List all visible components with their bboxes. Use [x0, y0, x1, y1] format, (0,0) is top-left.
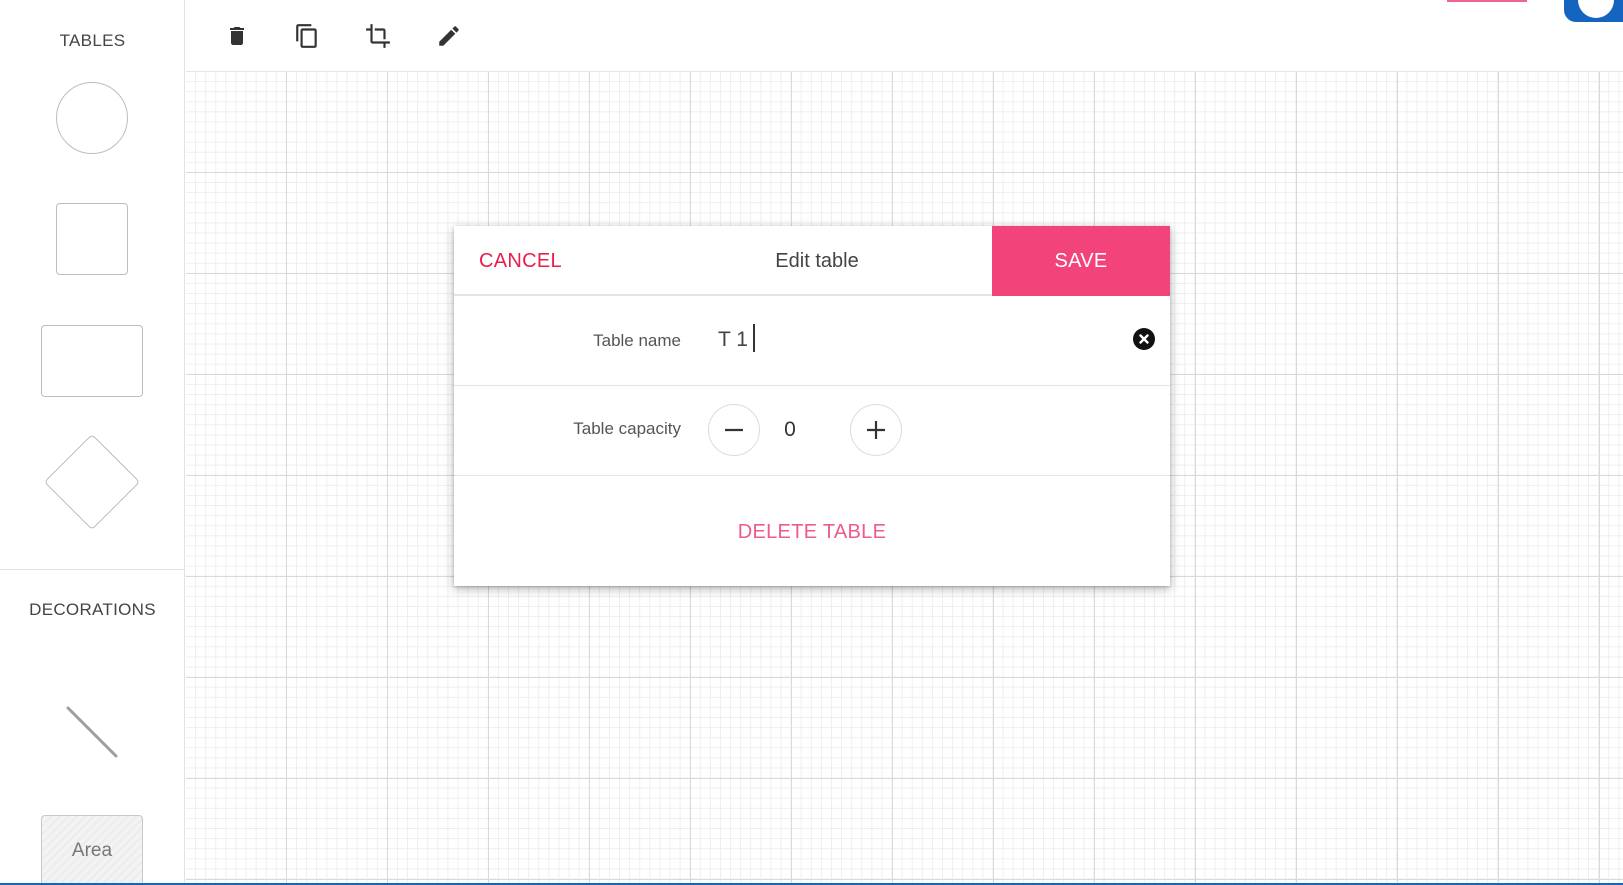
toolbar	[186, 0, 1623, 72]
cancel-button[interactable]: CANCEL	[479, 250, 562, 273]
plus-icon	[867, 421, 885, 439]
table-capacity-label: Table capacity	[573, 419, 681, 438]
copy-icon	[296, 24, 317, 48]
edit-table-dialog: CANCEL Edit table SAVE Table name Table …	[454, 226, 1170, 586]
dialog-header: CANCEL Edit table SAVE	[454, 226, 1170, 296]
tables-section-title: TABLES	[59, 31, 126, 50]
decrease-capacity-button[interactable]	[708, 404, 760, 456]
table-name-label: Table name	[593, 331, 681, 350]
save-button[interactable]: SAVE	[992, 226, 1170, 296]
clear-name-button[interactable]	[1133, 328, 1155, 350]
sidebar-divider	[0, 569, 185, 570]
edit-tool-button[interactable]	[430, 17, 468, 55]
copy-tool-button[interactable]	[288, 17, 326, 55]
increase-capacity-button[interactable]	[850, 404, 902, 456]
crop-icon	[366, 24, 390, 48]
table-capacity-row: Table capacity 0	[454, 386, 1170, 476]
table-name-row: Table name	[454, 296, 1170, 386]
dialog-title: Edit table	[775, 250, 859, 272]
tab-indicator	[1447, 0, 1527, 2]
delete-tool-button[interactable]	[218, 17, 256, 55]
table-name-input[interactable]	[718, 324, 1098, 356]
pencil-icon	[439, 26, 459, 46]
minus-icon	[725, 428, 743, 432]
rectangle-table-shape[interactable]	[41, 325, 143, 397]
area-decoration[interactable]: Area	[41, 815, 143, 885]
line-decoration[interactable]	[60, 700, 124, 764]
crop-tool-button[interactable]	[359, 17, 397, 55]
sidebar: TABLES DECORATIONS Area	[0, 0, 185, 885]
text-caret	[753, 324, 755, 352]
square-table-shape[interactable]	[56, 203, 128, 275]
capacity-value: 0	[784, 418, 796, 441]
delete-table-button[interactable]: DELETE TABLE	[454, 521, 1170, 544]
round-table-shape[interactable]	[56, 82, 128, 154]
trash-icon	[230, 27, 244, 45]
close-icon	[1139, 334, 1149, 344]
diamond-table-shape[interactable]	[43, 433, 141, 531]
decorations-section-title: DECORATIONS	[29, 600, 156, 619]
